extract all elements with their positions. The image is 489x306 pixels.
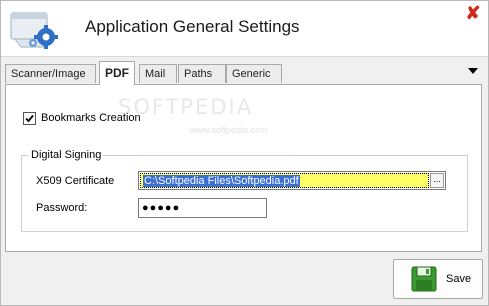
browse-certificate-button[interactable]: ... xyxy=(430,173,444,188)
tab-menu-icon[interactable] xyxy=(467,66,479,76)
settings-window: Application General Settings ✘ Scanner/I… xyxy=(0,0,489,306)
header-banner: Application General Settings ✘ xyxy=(1,1,488,57)
tab-paths[interactable]: Paths xyxy=(178,64,226,83)
certificate-value: C:\Softpedia Files\Softpedia.pdf xyxy=(143,175,300,187)
page-title: Application General Settings xyxy=(85,17,300,36)
save-button[interactable]: Save xyxy=(393,259,483,299)
password-field[interactable]: ●●●●● xyxy=(138,198,267,218)
digital-signing-group: Digital Signing X509 Certificate C:\Soft… xyxy=(21,149,468,232)
tab-mail[interactable]: Mail xyxy=(139,64,177,83)
bookmarks-label: Bookmarks Creation xyxy=(41,112,141,124)
tab-scanner-image[interactable]: Scanner/Image xyxy=(5,64,96,83)
bookmarks-checkbox[interactable] xyxy=(23,112,36,125)
digital-signing-legend: Digital Signing xyxy=(29,149,104,161)
password-label: Password: xyxy=(36,202,88,214)
certificate-label: X509 Certificate xyxy=(36,175,115,187)
app-settings-icon xyxy=(10,12,58,49)
check-icon xyxy=(25,114,34,123)
tab-generic[interactable]: Generic xyxy=(226,64,282,83)
save-label: Save xyxy=(446,273,472,285)
save-icon xyxy=(411,266,437,292)
certificate-field[interactable]: C:\Softpedia Files\Softpedia.pdf xyxy=(138,171,446,190)
tab-pdf[interactable]: PDF xyxy=(99,61,135,85)
pdf-settings-panel: SOFTPEDIA www.softpedia.com Bookmarks Cr… xyxy=(5,84,482,252)
watermark-url: www.softpedia.com xyxy=(190,125,268,135)
close-icon[interactable]: ✘ xyxy=(463,4,483,22)
